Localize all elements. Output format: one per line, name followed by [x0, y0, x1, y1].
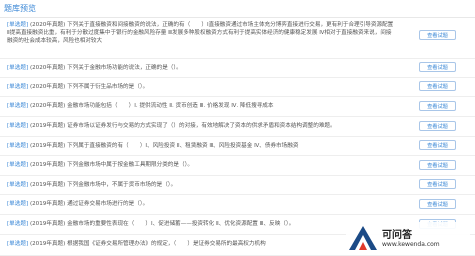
question-text: [单选题] (2019年真题) 证券市场以证券发行与交易的方式实现了（）的对接，… [7, 122, 395, 130]
view-question-button[interactable]: 查看试题 [419, 81, 456, 91]
question-row: [单选题] (2020年真题) 金融市场功能包括（ ）Ⅰ. 提供流动性 Ⅱ. 货… [0, 96, 475, 117]
question-type-tag: [单选题] [7, 65, 29, 71]
view-question-button[interactable]: 查看试题 [419, 160, 456, 170]
question-year: (2019年真题) [29, 123, 66, 129]
question-year: (2019年真题) [29, 221, 66, 227]
view-question-button[interactable]: 查看试题 [419, 140, 456, 150]
question-text: [单选题] (2019年真题) 下列金融市场中，不属于货币市场的是（）。 [7, 181, 395, 189]
page-title: 题库预览 [4, 4, 36, 13]
question-row: [单选题] (2020年真题) 下列关于直接融资和间接融资的说法，正确的有（ ）… [0, 18, 475, 59]
watermark-logo-icon [349, 226, 377, 250]
question-text: [单选题] (2019年真题) 下列属于直接融资的有（ ）Ⅰ、风险投资 Ⅱ、租赁… [7, 142, 395, 150]
view-question-button[interactable]: 查看试题 [419, 30, 456, 40]
question-text: [单选题] (2019年真题) 根据我国《证券交易所管理办法》的规定，（ ）是证… [7, 240, 395, 248]
question-stem: 下列金融市场中，不属于货币市场的是（）。 [67, 182, 177, 188]
question-stem: 金融市场的重要性表现在（ ）Ⅰ、促进储蓄——投资转化 Ⅱ、优化资源配置 Ⅲ、反映… [67, 221, 295, 227]
view-question-button[interactable]: 查看试题 [419, 179, 456, 189]
question-type-tag: [单选题] [7, 201, 29, 207]
question-type-tag: [单选题] [7, 123, 29, 129]
view-question-button[interactable]: 查看试题 [419, 62, 456, 72]
question-text: [单选题] (2020年真题) 下列关于直接融资和间接融资的说法，正确的有（ ）… [7, 21, 395, 45]
question-text: [单选题] (2019年真题) 通过证券交易市场进行的是（）。 [7, 200, 395, 208]
question-text: [单选题] (2019年真题) 金融市场的重要性表现在（ ）Ⅰ、促进储蓄——投资… [7, 220, 395, 228]
view-question-button[interactable]: 查看试题 [419, 121, 456, 131]
question-text: [单选题] (2020年真题) 下列关于金融市场功能的说法，正确的是（）。 [7, 64, 395, 72]
question-type-tag: [单选题] [7, 182, 29, 188]
question-stem: 下列属于直接融资的有（ ）Ⅰ、风险投资 Ⅱ、租赁融资 Ⅲ、风险投资基金 Ⅳ、债券… [67, 143, 299, 149]
question-year: (2020年真题) [29, 22, 66, 28]
question-year: (2019年真题) [29, 201, 66, 207]
question-stem: 金融市场功能包括（ ）Ⅰ. 提供流动性 Ⅱ. 货币创造 Ⅲ. 价格发现 Ⅳ. 降… [67, 103, 274, 109]
question-row: [单选题] (2019年真题) 证券市场以证券发行与交易的方式实现了（）的对接，… [0, 116, 475, 137]
question-year: (2019年真题) [29, 182, 66, 188]
question-type-tag: [单选题] [7, 241, 29, 247]
watermark-site-name: 可问答 [382, 230, 412, 241]
view-question-button[interactable]: 查看试题 [419, 199, 456, 209]
watermark-site-url: www.kewenda.com [382, 241, 440, 248]
question-year: (2019年真题) [29, 143, 66, 149]
question-year: (2020年真题) [29, 103, 66, 109]
question-bank-header: 题库预览 [0, 0, 475, 18]
question-year: (2020年真题) [29, 65, 66, 71]
question-year: (2019年真题) [29, 162, 66, 168]
question-text: [单选题] (2020年真题) 下列不属于衍生品市场的是（）。 [7, 83, 395, 91]
question-stem: 通过证券交易市场进行的是（）。 [67, 201, 149, 207]
question-stem: 下列关于金融市场功能的说法，正确的是（）。 [67, 65, 182, 71]
question-type-tag: [单选题] [7, 22, 29, 28]
view-question-button[interactable]: 查看试题 [419, 101, 456, 111]
question-type-tag: [单选题] [7, 221, 29, 227]
question-type-tag: [单选题] [7, 162, 29, 168]
question-type-tag: [单选题] [7, 84, 29, 90]
question-text: [单选题] (2020年真题) 金融市场功能包括（ ）Ⅰ. 提供流动性 Ⅱ. 货… [7, 102, 395, 110]
question-text: [单选题] (2019年真题) 下列金融市场中属于按金融工具期限分类的是（）。 [7, 161, 395, 169]
question-stem: 证券市场以证券发行与交易的方式实现了（）的对接，有效地解决了资本的供求矛盾和资本… [67, 123, 336, 129]
question-stem: 下列金融市场中属于按金融工具期限分类的是（）。 [67, 162, 193, 168]
question-stem: 根据我国《证券交易所管理办法》的规定，（ ）是证券交易所的最高权力机构 [67, 241, 266, 247]
question-type-tag: [单选题] [7, 143, 29, 149]
question-year: (2020年真题) [29, 84, 66, 90]
question-row: [单选题] (2019年真题) 通过证券交易市场进行的是（）。 查看试题 [0, 194, 475, 215]
watermark: 可问答 www.kewenda.com [346, 222, 470, 254]
question-stem: 下列不属于衍生品市场的是（）。 [67, 84, 149, 90]
question-row: [单选题] (2020年真题) 下列关于金融市场功能的说法，正确的是（）。 查看… [0, 58, 475, 78]
question-stem: 下列关于直接融资和间接融资的说法，正确的有（ ）Ⅰ直接融资通过市场主体充分博弈直… [7, 22, 394, 44]
question-row: [单选题] (2020年真题) 下列不属于衍生品市场的是（）。 查看试题 [0, 77, 475, 97]
question-row: [单选题] (2019年真题) 下列金融市场中属于按金融工具期限分类的是（）。 … [0, 155, 475, 176]
question-type-tag: [单选题] [7, 103, 29, 109]
question-row: [单选题] (2019年真题) 下列属于直接融资的有（ ）Ⅰ、风险投资 Ⅱ、租赁… [0, 136, 475, 156]
question-row: [单选题] (2019年真题) 下列金融市场中，不属于货币市场的是（）。 查看试… [0, 175, 475, 195]
question-year: (2019年真题) [29, 241, 66, 247]
